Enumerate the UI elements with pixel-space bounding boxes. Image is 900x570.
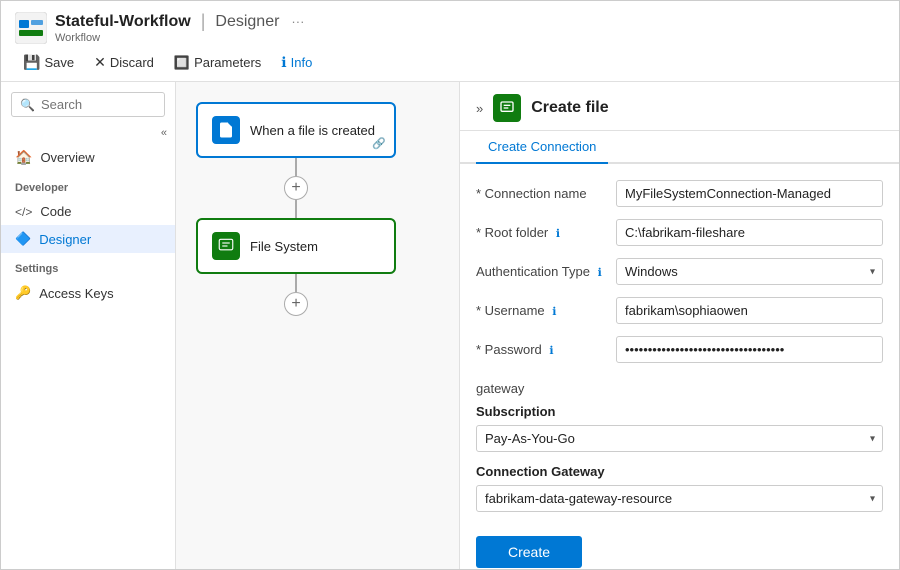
auth-type-label: Authentication Type ℹ	[476, 258, 616, 279]
form-row-gateway-label: gateway	[476, 375, 883, 396]
overview-icon: 🏠	[15, 149, 32, 166]
save-icon: 💾	[23, 54, 40, 71]
info-button[interactable]: ℹ Info	[273, 50, 320, 75]
search-icon: 🔍	[20, 98, 35, 112]
connection-gateway-select[interactable]: fabrikam-data-gateway-resource	[476, 485, 883, 512]
connection-gateway-section-label: Connection Gateway	[476, 464, 883, 479]
connection-name-label: * Connection name	[476, 180, 616, 201]
header-ellipsis[interactable]: ···	[291, 14, 304, 29]
panel-header: » Create file	[460, 82, 899, 131]
search-box[interactable]: 🔍	[11, 92, 165, 117]
auth-type-control: Windows Basic None ▾	[616, 258, 883, 285]
settings-section-label: Settings	[1, 253, 175, 279]
header-separator: |	[201, 11, 206, 32]
action-node[interactable]: File System	[196, 218, 396, 274]
root-folder-label: * Root folder ℹ	[476, 219, 616, 240]
parameters-icon: 🔲	[174, 55, 190, 71]
code-icon: </>	[15, 205, 32, 219]
form-row-username: * Username ℹ	[476, 297, 883, 324]
add-step-button-1[interactable]: +	[284, 176, 308, 200]
create-button[interactable]: Create	[476, 536, 582, 568]
discard-icon: ✕	[94, 54, 106, 71]
panel-tabs: Create Connection	[460, 131, 899, 164]
username-info-icon: ℹ	[552, 306, 556, 318]
auth-type-select-wrapper: Windows Basic None ▾	[616, 258, 883, 285]
trigger-node-label: When a file is created	[250, 123, 375, 138]
panel-expand-icon[interactable]: »	[476, 101, 483, 116]
connection-name-input[interactable]	[616, 180, 883, 207]
username-input[interactable]	[616, 297, 883, 324]
designer-icon: 🔷	[15, 231, 31, 247]
panel-title: Create file	[531, 99, 608, 117]
developer-section-label: Developer	[1, 172, 175, 198]
sidebar-item-access-keys[interactable]: 🔑 Access Keys	[1, 279, 175, 307]
auth-type-select[interactable]: Windows Basic None	[616, 258, 883, 285]
app-header: Stateful-Workflow | Designer ··· Workflo…	[1, 1, 899, 44]
connection-name-control	[616, 180, 883, 207]
panel-action-icon	[493, 94, 521, 122]
form-row-root-folder: * Root folder ℹ	[476, 219, 883, 246]
node-link-icon: 🔗	[372, 137, 386, 150]
canvas-area: When a file is created 🔗 + File Sy	[176, 82, 459, 569]
action-node-label: File System	[250, 239, 318, 254]
form-row-password: * Password ℹ	[476, 336, 883, 363]
username-label: * Username ℹ	[476, 297, 616, 318]
action-node-icon	[212, 232, 240, 260]
form-row-auth-type: Authentication Type ℹ Windows Basic None…	[476, 258, 883, 285]
connector-1: +	[284, 158, 308, 218]
right-panel: » Create file Create Connection * Connec…	[459, 82, 899, 569]
subscription-row: Pay-As-You-Go Enterprise ▾	[476, 425, 883, 452]
connection-gateway-row: fabrikam-data-gateway-resource ▾	[476, 485, 883, 512]
sidebar-item-designer[interactable]: 🔷 Designer	[1, 225, 175, 253]
subscription-section-label: Subscription	[476, 404, 883, 419]
app-section: Designer	[215, 13, 279, 31]
panel-content: * Connection name * Root folder ℹ Authen…	[460, 164, 899, 569]
connector-line-2	[295, 200, 297, 218]
connection-gateway-select-wrapper: fabrikam-data-gateway-resource ▾	[476, 485, 883, 512]
collapse-sidebar-icon[interactable]: «	[161, 127, 167, 139]
subscription-select-wrapper: Pay-As-You-Go Enterprise ▾	[476, 425, 883, 452]
tab-create-connection[interactable]: Create Connection	[476, 131, 608, 164]
toolbar: 💾 Save ✕ Discard 🔲 Parameters ℹ Info	[1, 44, 899, 82]
auth-type-info-icon: ℹ	[598, 267, 602, 279]
sidebar-item-code[interactable]: </> Code	[1, 198, 175, 225]
username-control	[616, 297, 883, 324]
root-folder-info-icon: ℹ	[556, 228, 560, 240]
search-input[interactable]	[41, 97, 156, 112]
app-title-block: Stateful-Workflow | Designer ··· Workflo…	[55, 11, 304, 44]
info-icon: ℹ	[281, 54, 286, 71]
parameters-button[interactable]: 🔲 Parameters	[166, 51, 269, 75]
root-folder-control	[616, 219, 883, 246]
app-subtitle: Workflow	[55, 32, 304, 44]
root-folder-input[interactable]	[616, 219, 883, 246]
subscription-select[interactable]: Pay-As-You-Go Enterprise	[476, 425, 883, 452]
sidebar: 🔍 « 🏠 Overview Developer </> Code 🔷 Desi…	[1, 82, 176, 569]
workflow-canvas: When a file is created 🔗 + File Sy	[196, 102, 396, 316]
discard-button[interactable]: ✕ Discard	[86, 50, 162, 75]
connector-2: +	[284, 274, 308, 316]
connector-line-1	[295, 158, 297, 176]
form-row-connection-name: * Connection name	[476, 180, 883, 207]
password-label: * Password ℹ	[476, 336, 616, 357]
save-button[interactable]: 💾 Save	[15, 50, 82, 75]
add-step-button-2[interactable]: +	[284, 292, 308, 316]
connector-line-3	[295, 274, 297, 292]
app-logo	[15, 12, 47, 44]
password-input[interactable]	[616, 336, 883, 363]
trigger-node[interactable]: When a file is created 🔗	[196, 102, 396, 158]
app-title: Stateful-Workflow	[55, 13, 191, 31]
password-info-icon: ℹ	[549, 345, 553, 357]
gateway-label: gateway	[476, 375, 616, 396]
trigger-node-icon	[212, 116, 240, 144]
password-control	[616, 336, 883, 363]
access-keys-icon: 🔑	[15, 285, 31, 301]
sidebar-item-overview[interactable]: 🏠 Overview	[1, 143, 175, 172]
